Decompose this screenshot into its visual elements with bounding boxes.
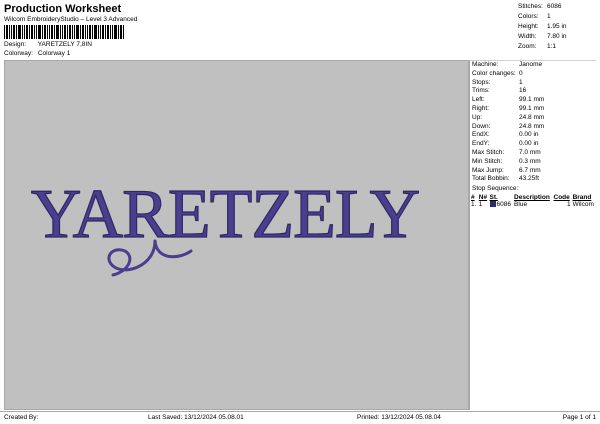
machine-info-row: Total Bobbin: 43.25ft bbox=[470, 175, 596, 184]
design-preview: YARETZELY bbox=[4, 60, 469, 410]
machine-info-row: Min Stitch: 0.3 mm bbox=[470, 158, 596, 167]
machine-info-value: 16 bbox=[519, 87, 527, 95]
design-lettering: YARETZELY bbox=[31, 176, 419, 253]
machine-info-label: Total Bobbin: bbox=[472, 175, 510, 183]
stop-sequence-title: Stop Sequence: bbox=[472, 185, 519, 193]
machine-info-label: Up: bbox=[472, 113, 483, 121]
height-row: Height: 1.95 in bbox=[518, 23, 567, 30]
colorway-label: Colorway: bbox=[4, 50, 33, 57]
machine-info-label: Down: bbox=[472, 122, 491, 130]
machine-info-label: Color changes: bbox=[472, 69, 516, 77]
col-description: Description bbox=[514, 194, 550, 202]
machine-info-value: 99.1 mm bbox=[519, 104, 545, 112]
machine-info-label: Left: bbox=[472, 96, 485, 104]
page-title: Production Worksheet bbox=[4, 3, 122, 15]
design-row: Design: YARETZELY 7,8IN bbox=[4, 41, 92, 48]
machine-info-value: 99.1 mm bbox=[519, 96, 545, 104]
machine-info-value: 0 bbox=[519, 69, 523, 77]
width-row: Width: 7.80 in bbox=[518, 33, 567, 40]
machine-info-label: Machine: bbox=[472, 61, 499, 68]
col-n: N# bbox=[478, 194, 488, 202]
machine-info-label: EndY: bbox=[472, 140, 490, 148]
col-st: St. bbox=[489, 194, 498, 202]
zoom-row: Zoom: 1:1 bbox=[518, 43, 557, 50]
barcode-image bbox=[4, 25, 124, 39]
machine-info-row: EndY: 0.00 in bbox=[470, 140, 596, 149]
machine-info-row: Max Jump: 6.7 mm bbox=[470, 167, 596, 176]
machine-info-label: Max Jump: bbox=[472, 166, 504, 174]
machine-info-panel: Machine: Janome Color changes: 0 Stops: 1 Trim… bbox=[469, 60, 596, 410]
machine-info-value: 0.00 in bbox=[519, 131, 539, 139]
machine-info-label: Right: bbox=[472, 104, 489, 112]
col-num: # bbox=[471, 194, 475, 202]
software-name: Wilcom EmbroideryStudio – Level 3 Advanc… bbox=[4, 16, 138, 23]
machine-info-label: Trims: bbox=[472, 87, 490, 95]
design-label: Design: bbox=[4, 41, 27, 48]
embroidery-design: YARETZELY bbox=[30, 175, 421, 277]
machine-info-value: 0.00 in bbox=[519, 140, 539, 148]
col-code: Code bbox=[553, 194, 570, 202]
machine-info-row: Up: 24.8 mm bbox=[470, 114, 596, 123]
machine-info-value: 24.8 mm bbox=[519, 122, 545, 130]
colorway-value: Colorway 1 bbox=[37, 50, 71, 57]
design-value: YARETZELY 7,8IN bbox=[37, 41, 92, 48]
machine-info-label: Stops: bbox=[472, 78, 491, 86]
machine-info-value: 7.0 mm bbox=[519, 148, 541, 156]
machine-info-value: Janome bbox=[519, 61, 543, 68]
machine-info-row: Max Stitch: 7.0 mm bbox=[470, 149, 596, 158]
machine-info-value: 43.25ft bbox=[519, 175, 539, 183]
machine-info-row: EndX: 0.00 in bbox=[470, 131, 596, 140]
machine-info-value: 1 bbox=[519, 78, 523, 86]
page-number: Page 1 of 1 bbox=[562, 414, 596, 421]
machine-info-value: 24.8 mm bbox=[519, 113, 545, 121]
machine-info-row: Stops: 1 bbox=[470, 79, 596, 88]
machine-info-row: Down: 24.8 mm bbox=[470, 123, 596, 132]
stop-sequence-table: # N# St. Description Code Brand 1. 1 608… bbox=[470, 194, 596, 208]
stitches-row: Stitches: 6086 bbox=[518, 3, 562, 10]
machine-info-row: Color changes: 0 bbox=[470, 70, 596, 79]
machine-info-row: Trims: 16 bbox=[470, 87, 596, 96]
footer-bar: Created By: Last Saved: 13/12/2024 05.08… bbox=[0, 411, 600, 424]
printed-date: Printed: 13/12/2024 05.08.04 bbox=[357, 414, 441, 421]
machine-info-row: Right: 99.1 mm bbox=[470, 105, 596, 114]
table-row: 1. 1 6086 Blue 1 Wilcom bbox=[471, 201, 594, 209]
machine-info-row: Machine: Janome bbox=[470, 61, 596, 70]
color-swatch bbox=[489, 201, 496, 208]
machine-info-value: 0.3 mm bbox=[519, 157, 541, 165]
machine-info-label: Max Stitch: bbox=[472, 148, 505, 156]
colors-row: Colors: 1 bbox=[518, 13, 551, 20]
stats-summary: Stitches: 6086 Colors: 1 Height: 1.95 in Wi… bbox=[518, 3, 596, 53]
machine-info-value: 6.7 mm bbox=[519, 166, 541, 174]
last-saved: Last Saved: 13/12/2024 05.08.01 bbox=[148, 414, 244, 421]
machine-info-label: EndX: bbox=[472, 131, 490, 139]
created-by: Created By: bbox=[4, 414, 39, 421]
colorway-row: Colorway: Colorway 1 bbox=[4, 50, 70, 57]
machine-info-row: Left: 99.1 mm bbox=[470, 96, 596, 105]
col-brand: Brand bbox=[572, 194, 592, 202]
machine-info-label: Min Stitch: bbox=[472, 157, 503, 165]
